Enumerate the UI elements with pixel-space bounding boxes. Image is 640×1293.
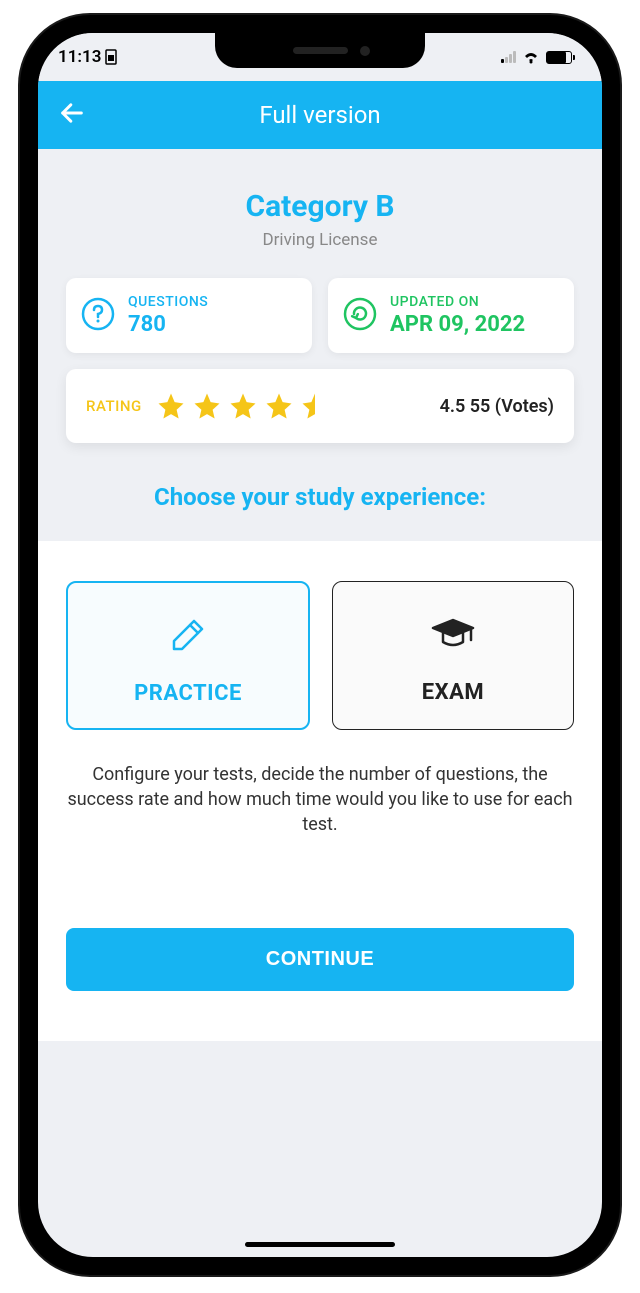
content-bottom: PRACTICE EXAM Configure your tests, deci… [38,541,602,1041]
time-text: 11:13 [58,47,101,67]
exam-mode-card[interactable]: EXAM [332,581,574,730]
battery-icon [546,51,572,64]
star-icon [156,391,186,421]
questions-card: QUESTIONS 780 [66,278,312,353]
updated-value: APR 09, 2022 [390,312,525,337]
exam-label: EXAM [422,680,484,705]
stats-row: QUESTIONS 780 UPDATED ON APR 09, 2022 [66,278,574,353]
cellular-signal-icon [501,51,516,63]
app-header: Full version [38,81,602,149]
star-half-icon [300,391,330,421]
screen: 11:13 Full version Category B Driving Li… [38,33,602,1257]
practice-mode-card[interactable]: PRACTICE [66,581,310,730]
notch [215,33,425,68]
updated-label: UPDATED ON [390,294,525,310]
rating-stars [156,391,330,421]
refresh-icon [342,296,378,336]
status-indicators [501,51,572,64]
graduation-cap-icon [429,610,477,662]
choose-heading: Choose your study experience: [66,483,574,511]
continue-button[interactable]: CONTINUE [66,928,574,991]
header-title: Full version [58,101,582,129]
question-icon [80,296,116,336]
category-title: Category B [66,189,574,224]
star-icon [192,391,222,421]
wifi-icon [522,51,540,64]
mode-description: Configure your tests, decide the number … [66,762,574,838]
phone-frame: 11:13 Full version Category B Driving Li… [20,15,620,1275]
pencil-icon [164,611,212,663]
category-subtitle: Driving License [66,230,574,250]
status-time: 11:13 [58,47,117,67]
star-icon [264,391,294,421]
sim-icon [105,49,117,65]
practice-label: PRACTICE [134,681,242,706]
star-icon [228,391,258,421]
mode-row: PRACTICE EXAM [66,581,574,730]
questions-value: 780 [128,312,208,337]
content-top: Category B Driving License QUESTIONS 780 [38,149,602,541]
rating-card: RATING 4.5 55 (Votes) [66,369,574,443]
rating-text: 4.5 55 (Votes) [440,396,554,417]
rating-label: RATING [86,397,142,415]
updated-card: UPDATED ON APR 09, 2022 [328,278,574,353]
home-indicator[interactable] [245,1242,395,1247]
back-arrow-icon[interactable] [58,99,86,131]
questions-label: QUESTIONS [128,294,208,310]
